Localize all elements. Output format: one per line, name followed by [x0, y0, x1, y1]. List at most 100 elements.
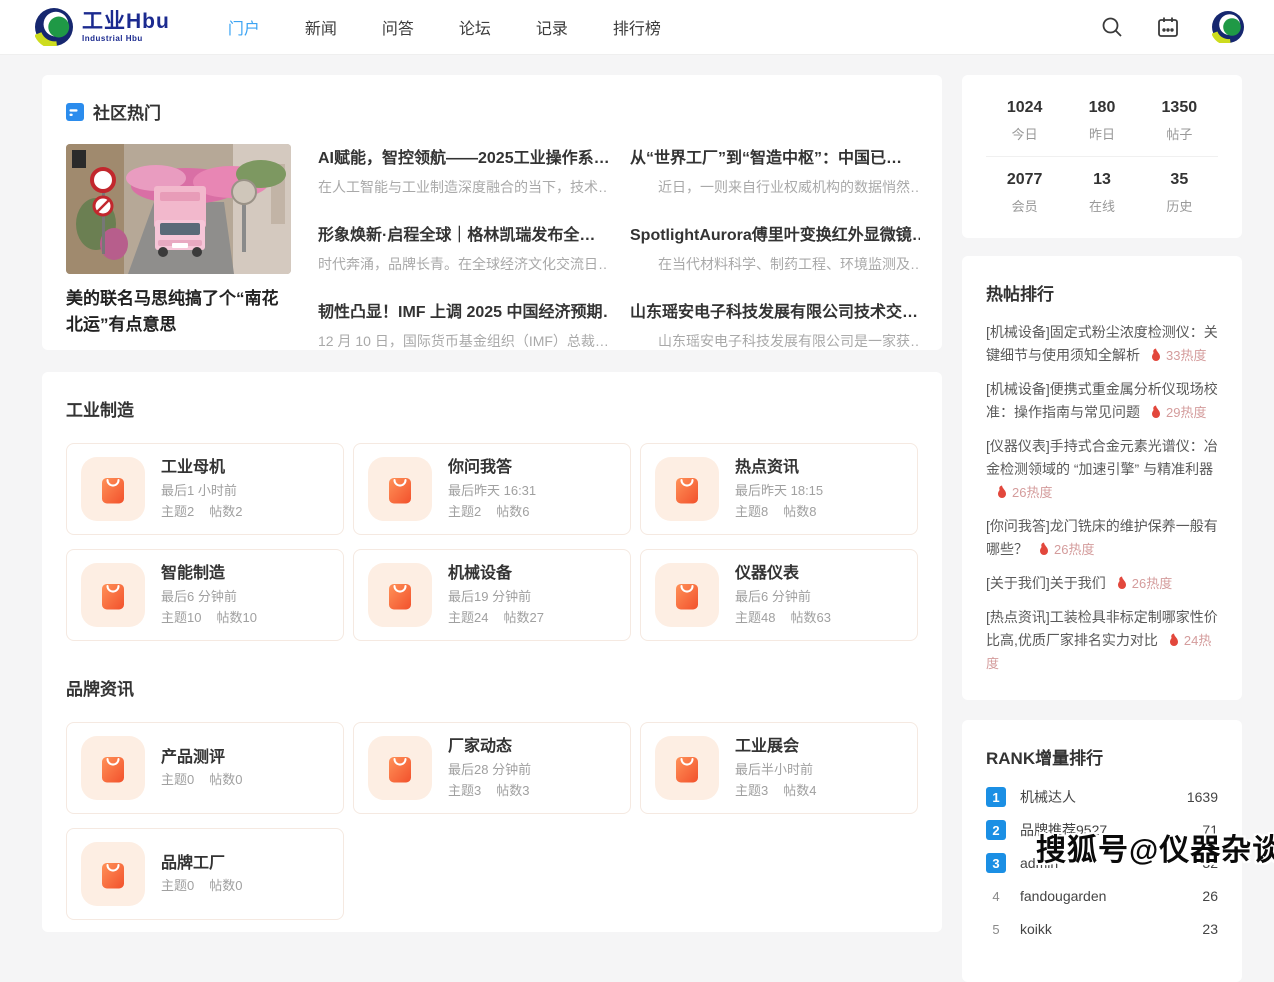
forum-card-jixieshebei[interactable]: 机械设备 最后19 分钟前 主题24帖数27	[353, 549, 631, 641]
forum-topics: 主题48	[735, 608, 775, 628]
article-summary: 12 月 10 日，国际货币基金组织（IMF）总裁…	[318, 331, 608, 351]
site-logo[interactable]: 工业Hbu Industrial Hbu	[35, 8, 170, 46]
forum-name: 仪器仪表	[735, 563, 831, 585]
forum-sections-panel: 工业制造 工业母机 最后1 小时前 主题2帖数2 你问我答 最后昨天 16:31	[42, 372, 942, 932]
forum-stats-panel: 1024 今日 180 昨日 1350 帖子 2077 会员 13	[962, 75, 1242, 238]
forum-name: 品牌工厂	[161, 853, 242, 875]
forum-card-zhinengzhizao[interactable]: 智能制造 最后6 分钟前 主题10帖数10	[66, 549, 344, 641]
stat-today: 1024 今日	[986, 99, 1063, 143]
hot-post-item[interactable]: [热点资讯]工装检具非标定制哪家性价比高,优质厂家排名实力对比24热度	[986, 606, 1218, 675]
featured-image[interactable]	[66, 144, 291, 274]
logo-icon	[35, 8, 73, 46]
stat-posts: 1350 帖子	[1141, 99, 1218, 143]
forum-card-pinpaigongchang[interactable]: 品牌工厂 主题0 帖数0	[66, 828, 344, 920]
bag-icon	[368, 457, 432, 521]
rank-item[interactable]: 2 品牌推荐9527 71	[986, 820, 1218, 840]
hot-post-text: [你问我答]龙门铣床的维护保养一般有哪些？	[986, 518, 1218, 557]
article-title[interactable]: SpotlightAurora傅里叶变换红外显微镜…	[630, 221, 920, 245]
rank-item[interactable]: 4 fandougarden 26	[986, 886, 1218, 906]
menu-item-forum[interactable]: 论坛	[459, 15, 491, 39]
rank-user-value: 71	[1202, 822, 1218, 838]
search-icon[interactable]	[1100, 15, 1124, 39]
menu-item-records[interactable]: 记录	[536, 15, 568, 39]
rank-user-name: 机械达人	[1020, 787, 1076, 807]
hot-post-text: [仪器仪表]手持式合金元素光谱仪：冶金检测领域的 “加速引擎” 与精准利器	[986, 438, 1218, 477]
forum-last-activity: 最后半小时前	[735, 760, 816, 780]
hot-post-item[interactable]: [仪器仪表]手持式合金元素光谱仪：冶金检测领域的 “加速引擎” 与精准利器 26热…	[986, 435, 1218, 504]
featured-article[interactable]: 美的联名马思纯搞了个“南花北运”有点意思	[66, 144, 291, 375]
hot-post-item[interactable]: [机械设备]便携式重金属分析仪现场校准：操作指南与常见问题29热度	[986, 378, 1218, 424]
hot-post-heat: 26热度	[1054, 542, 1094, 557]
rank-user-value: 26	[1202, 888, 1218, 904]
rank-item[interactable]: 1 机械达人 1639	[986, 787, 1218, 807]
rank-badge: 1	[986, 787, 1006, 807]
article-item: 山东瑶安电子科技发展有限公司技术交… 山东瑶安电子科技发展有限公司是一家获…	[630, 298, 920, 351]
forum-card-gongyezhanhui[interactable]: 工业展会 最后半小时前 主题3帖数4	[640, 722, 918, 814]
forum-card-gongyemuji[interactable]: 工业母机 最后1 小时前 主题2帖数2	[66, 443, 344, 535]
forum-last-activity: 最后昨天 16:31	[448, 481, 536, 501]
hot-post-heat: 26热度	[1012, 485, 1052, 500]
rank-badge: 2	[986, 820, 1006, 840]
hot-post-text: [关于我们]关于我们	[986, 575, 1106, 591]
forum-posts: 帖数4	[783, 781, 816, 801]
forum-posts: 帖数63	[790, 608, 830, 628]
bag-icon	[81, 457, 145, 521]
article-column-1: AI赋能，智控领航——2025工业操作系… 在人工智能与工业制造深度融合的当下，…	[318, 144, 608, 375]
featured-caption[interactable]: 美的联名马思纯搞了个“南花北运”有点意思	[66, 286, 291, 338]
article-item: 形象焕新·启程全球｜格林凯瑞发布全… 时代奔涌，品牌长青。在全球经济文化交流日…	[318, 221, 608, 274]
forum-card-yiqiyibiao[interactable]: 仪器仪表 最后6 分钟前 主题48帖数63	[640, 549, 918, 641]
forum-last-activity: 最后28 分钟前	[448, 760, 531, 780]
rank-user-value: 1639	[1187, 789, 1218, 805]
flame-icon	[1038, 538, 1050, 561]
forum-topics: 主题3	[735, 781, 768, 801]
rank-item[interactable]: 3 admin 32	[986, 853, 1218, 873]
article-title[interactable]: 山东瑶安电子科技发展有限公司技术交…	[630, 298, 920, 322]
forum-posts: 帖数3	[496, 781, 529, 801]
article-summary: 山东瑶安电子科技发展有限公司是一家获…	[630, 331, 920, 351]
hot-post-item[interactable]: [你问我答]龙门铣床的维护保养一般有哪些？26热度	[986, 515, 1218, 561]
logo-subtitle: Industrial Hbu	[82, 35, 170, 43]
menu-item-news[interactable]: 新闻	[305, 15, 337, 39]
logo-title: 工业Hbu	[82, 11, 170, 32]
hot-post-item[interactable]: [关于我们]关于我们 26热度	[986, 572, 1218, 595]
flame-icon	[1150, 401, 1162, 424]
menu-item-qa[interactable]: 问答	[382, 15, 414, 39]
hot-posts-panel: 热帖排行 [机械设备]固定式粉尘浓度检测仪：关键细节与使用须知全解析33热度 […	[962, 256, 1242, 700]
forum-posts: 帖数0	[209, 876, 242, 896]
forum-posts: 帖数8	[783, 502, 816, 522]
forum-last-activity: 最后6 分钟前	[161, 587, 257, 607]
forum-topics: 主题2	[448, 502, 481, 522]
forum-topics: 主题3	[448, 781, 481, 801]
article-title[interactable]: 形象焕新·启程全球｜格林凯瑞发布全…	[318, 221, 608, 245]
forum-card-chanpinceping[interactable]: 产品测评 主题0帖数0	[66, 722, 344, 814]
rank-list: 1 机械达人 1639 2 品牌推荐9527 71 3 admin 32 4 f…	[986, 787, 1218, 939]
menu-item-ranking[interactable]: 排行榜	[613, 15, 661, 39]
stat-online: 13 在线	[1063, 171, 1140, 215]
forum-grid-brand: 产品测评 主题0帖数0 厂家动态 最后28 分钟前 主题3帖数3	[66, 722, 918, 920]
calendar-icon[interactable]	[1156, 15, 1180, 39]
rank-item[interactable]: 5 koikk 23	[986, 919, 1218, 939]
bag-icon	[81, 563, 145, 627]
rank-panel: RANK增量排行 1 机械达人 1639 2 品牌推荐9527 71 3 adm…	[962, 720, 1242, 982]
forum-grid-industrial: 工业母机 最后1 小时前 主题2帖数2 你问我答 最后昨天 16:31 主题2帖…	[66, 443, 918, 641]
hot-post-heat: 26热度	[1132, 576, 1172, 591]
main-menu: 门户 新闻 问答 论坛 记录 排行榜	[228, 15, 1100, 39]
community-hot-title: 社区热门	[93, 99, 161, 124]
forum-topics: 主题0	[161, 876, 194, 896]
article-title[interactable]: 从“世界工厂”到“智造中枢”：中国已…	[630, 144, 920, 168]
forum-topics: 主题8	[735, 502, 768, 522]
forum-card-niwenwoda[interactable]: 你问我答 最后昨天 16:31 主题2帖数6	[353, 443, 631, 535]
article-title[interactable]: 韧性凸显！IMF 上调 2025 中国经济预期…	[318, 298, 608, 322]
forum-card-changjiadongtai[interactable]: 厂家动态 最后28 分钟前 主题3帖数3	[353, 722, 631, 814]
rank-user-name: fandougarden	[1020, 888, 1106, 904]
forum-last-activity: 最后1 小时前	[161, 481, 242, 501]
menu-item-portal[interactable]: 门户	[228, 15, 260, 39]
forum-name: 工业母机	[161, 457, 242, 479]
hot-post-item[interactable]: [机械设备]固定式粉尘浓度检测仪：关键细节与使用须知全解析33热度	[986, 321, 1218, 367]
rank-user-name: koikk	[1020, 921, 1052, 937]
user-avatar[interactable]	[1212, 11, 1244, 43]
flame-icon	[1150, 344, 1162, 367]
article-title[interactable]: AI赋能，智控领航——2025工业操作系…	[318, 144, 608, 168]
forum-card-redianzixun[interactable]: 热点资讯 最后昨天 18:15 主题8帖数8	[640, 443, 918, 535]
rank-badge: 4	[986, 886, 1006, 906]
